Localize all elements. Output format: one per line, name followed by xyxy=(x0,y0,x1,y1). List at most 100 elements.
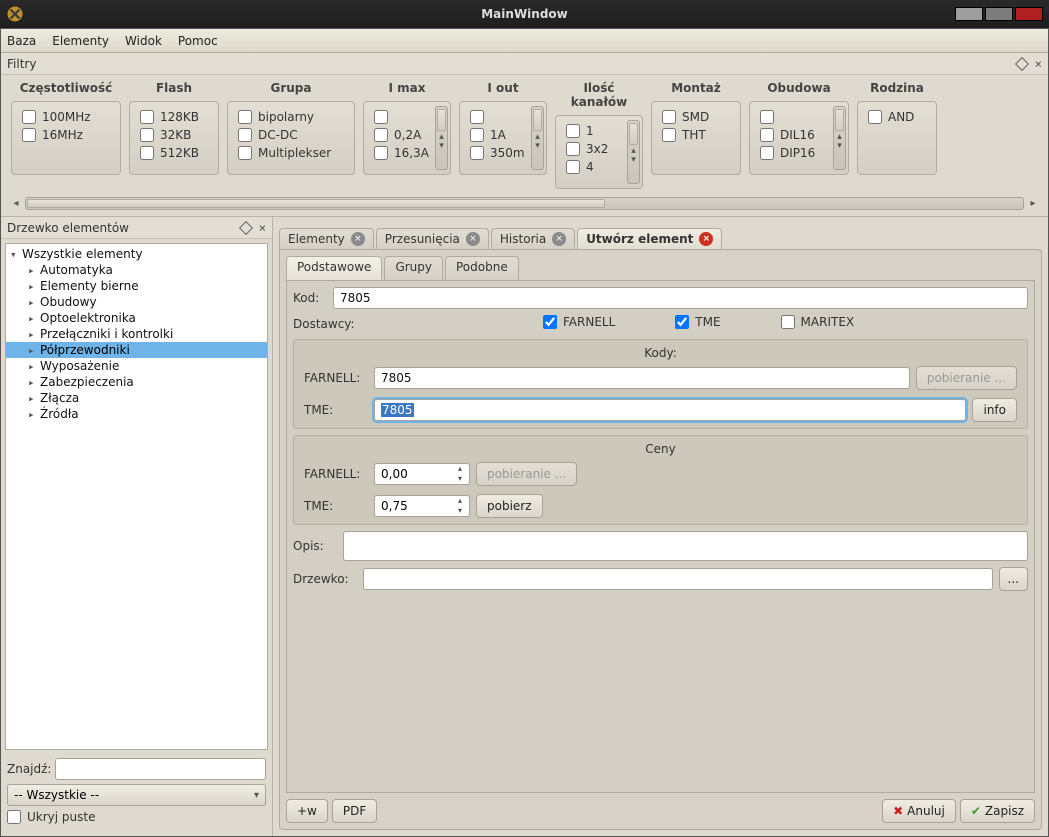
opis-input[interactable] xyxy=(343,531,1028,561)
plusw-button[interactable]: +w xyxy=(286,799,328,823)
ck-imax-0[interactable] xyxy=(374,110,432,124)
farnell-code-input[interactable] xyxy=(374,367,910,389)
tme-price-spinner[interactable]: 0,75▴▾ xyxy=(374,495,470,517)
ck-ob-2[interactable]: DIP16 xyxy=(760,146,830,160)
ck-iout-0[interactable] xyxy=(470,110,528,124)
farnell-label: FARNELL: xyxy=(304,371,368,385)
find-label: Znajdź: xyxy=(7,762,51,776)
drzewko-input[interactable] xyxy=(363,568,993,590)
window-title: MainWindow xyxy=(481,7,568,21)
ck-imax-2[interactable]: 16,3A xyxy=(374,146,432,160)
ck-kan-3[interactable]: 4 xyxy=(566,160,624,174)
detach-icon[interactable] xyxy=(1015,56,1029,70)
ck-ob-0[interactable] xyxy=(760,110,830,124)
tree-title: Drzewko elementów xyxy=(7,221,129,235)
tree-item[interactable]: ▸Automatyka xyxy=(6,262,267,278)
tree-item[interactable]: ▸Złącza xyxy=(6,390,267,406)
tree-item[interactable]: ▸Półprzewodniki xyxy=(6,342,267,358)
imax-scrollbar[interactable]: ▴▾ xyxy=(435,106,448,170)
ck-and[interactable]: AND xyxy=(868,110,926,124)
fg-rodzina-label: Rodzina xyxy=(857,81,937,101)
find-input[interactable] xyxy=(55,758,266,780)
tme-price-fetch[interactable]: pobierz xyxy=(476,494,543,518)
ck-ob-1[interactable]: DIL16 xyxy=(760,128,830,142)
filters-hscroll[interactable]: ◂▸ xyxy=(11,197,1038,210)
ck-16mhz[interactable]: 16MHz xyxy=(22,128,110,142)
close-panel-icon[interactable]: × xyxy=(1035,57,1042,71)
pdf-button[interactable]: PDF xyxy=(332,799,377,823)
ck-imax-1[interactable]: 0,2A xyxy=(374,128,432,142)
ck-iout-2[interactable]: 350m xyxy=(470,146,528,160)
tree-filter-combo[interactable]: -- Wszystkie --▾ xyxy=(7,784,266,806)
filters-title: Filtry xyxy=(7,57,36,71)
subtab-podstawowe[interactable]: Podstawowe xyxy=(286,256,382,280)
ck-smd[interactable]: SMD xyxy=(662,110,730,124)
tab-elementy[interactable]: Elementy× xyxy=(279,228,374,249)
tme-info-button[interactable]: info xyxy=(972,398,1017,422)
tree-detach-icon[interactable] xyxy=(239,220,253,234)
farnell-price-spinner[interactable]: 0,00▴▾ xyxy=(374,463,470,485)
ck-tht[interactable]: THT xyxy=(662,128,730,142)
iout-scrollbar[interactable]: ▴▾ xyxy=(531,106,544,170)
hide-empty-check[interactable]: Ukryj puste xyxy=(7,810,95,824)
supp-farnell[interactable]: FARNELL xyxy=(543,315,615,329)
ck-bipolarny[interactable]: bipolarny xyxy=(238,110,344,124)
tree-item[interactable]: ▸Elementy bierne xyxy=(6,278,267,294)
ck-iout-1[interactable]: 1A xyxy=(470,128,528,142)
ilosc-scrollbar[interactable]: ▴▾ xyxy=(627,120,640,184)
sub-tabs: Podstawowe Grupy Podobne xyxy=(286,256,1035,280)
subtab-podobne[interactable]: Podobne xyxy=(445,256,519,280)
minimize-button[interactable] xyxy=(955,7,983,21)
obudowa-scrollbar[interactable]: ▴▾ xyxy=(833,106,846,170)
ck-kan-2[interactable]: 3x2 xyxy=(566,142,624,156)
tree-item[interactable]: ▸Wyposażenie xyxy=(6,358,267,374)
cancel-button[interactable]: ✖Anuluj xyxy=(882,799,956,823)
tree-item[interactable]: ▸Obudowy xyxy=(6,294,267,310)
ck-512kb[interactable]: 512KB xyxy=(140,146,208,160)
tab-przesuniecia[interactable]: Przesunięcia× xyxy=(376,228,489,249)
farnell-price-fetch[interactable]: pobieranie ... xyxy=(476,462,577,486)
fg-ilosc-label: Ilość kanałów xyxy=(555,81,643,115)
ck-100mhz[interactable]: 100MHz xyxy=(22,110,110,124)
opis-label: Opis: xyxy=(293,539,337,553)
ck-multiplekser[interactable]: Multiplekser xyxy=(238,146,344,160)
window-controls xyxy=(953,7,1043,21)
tree-item[interactable]: ▸Optoelektronika xyxy=(6,310,267,326)
supp-tme[interactable]: TME xyxy=(675,315,720,329)
subtab-grupy[interactable]: Grupy xyxy=(384,256,443,280)
tme-label: TME: xyxy=(304,403,368,417)
farnell-fetch-button[interactable]: pobieranie ... xyxy=(916,366,1017,390)
save-button[interactable]: ✔Zapisz xyxy=(960,799,1035,823)
ck-128kb[interactable]: 128KB xyxy=(140,110,208,124)
kod-input[interactable] xyxy=(333,287,1028,309)
drzewko-browse-button[interactable]: ... xyxy=(999,567,1028,591)
supp-maritex[interactable]: MARITEX xyxy=(781,315,855,329)
ck-kan-1[interactable]: 1 xyxy=(566,124,624,138)
tree-item[interactable]: ▸Źródła xyxy=(6,406,267,422)
close-tab-icon[interactable]: × xyxy=(552,232,566,246)
menu-pomoc[interactable]: Pomoc xyxy=(178,34,218,48)
close-tab-icon[interactable]: × xyxy=(466,232,480,246)
ck-dcdc[interactable]: DC-DC xyxy=(238,128,344,142)
tree-close-icon[interactable]: × xyxy=(259,221,266,235)
menu-elementy[interactable]: Elementy xyxy=(52,34,109,48)
close-button[interactable] xyxy=(1015,7,1043,21)
close-tab-icon[interactable]: × xyxy=(351,232,365,246)
close-tab-icon[interactable]: × xyxy=(699,232,713,246)
tree-item[interactable]: ▸Przełączniki i kontrolki xyxy=(6,326,267,342)
tme-code-input[interactable]: 7805 xyxy=(374,399,966,421)
maximize-button[interactable] xyxy=(985,7,1013,21)
drzewko-label: Drzewko: xyxy=(293,572,357,586)
check-icon: ✔ xyxy=(971,804,981,818)
tme-price-label: TME: xyxy=(304,499,368,513)
menu-baza[interactable]: Baza xyxy=(7,34,36,48)
element-tree[interactable]: ▾Wszystkie elementy ▸Automatyka▸Elementy… xyxy=(5,243,268,750)
menu-widok[interactable]: Widok xyxy=(125,34,162,48)
cancel-icon: ✖ xyxy=(893,804,903,818)
tree-item[interactable]: ▸Zabezpieczenia xyxy=(6,374,267,390)
tree-root[interactable]: ▾Wszystkie elementy xyxy=(6,246,267,262)
tab-utworz[interactable]: Utwórz element× xyxy=(577,228,722,249)
tab-historia[interactable]: Historia× xyxy=(491,228,575,249)
ck-32kb[interactable]: 32KB xyxy=(140,128,208,142)
filters-header: Filtry × xyxy=(1,53,1048,75)
